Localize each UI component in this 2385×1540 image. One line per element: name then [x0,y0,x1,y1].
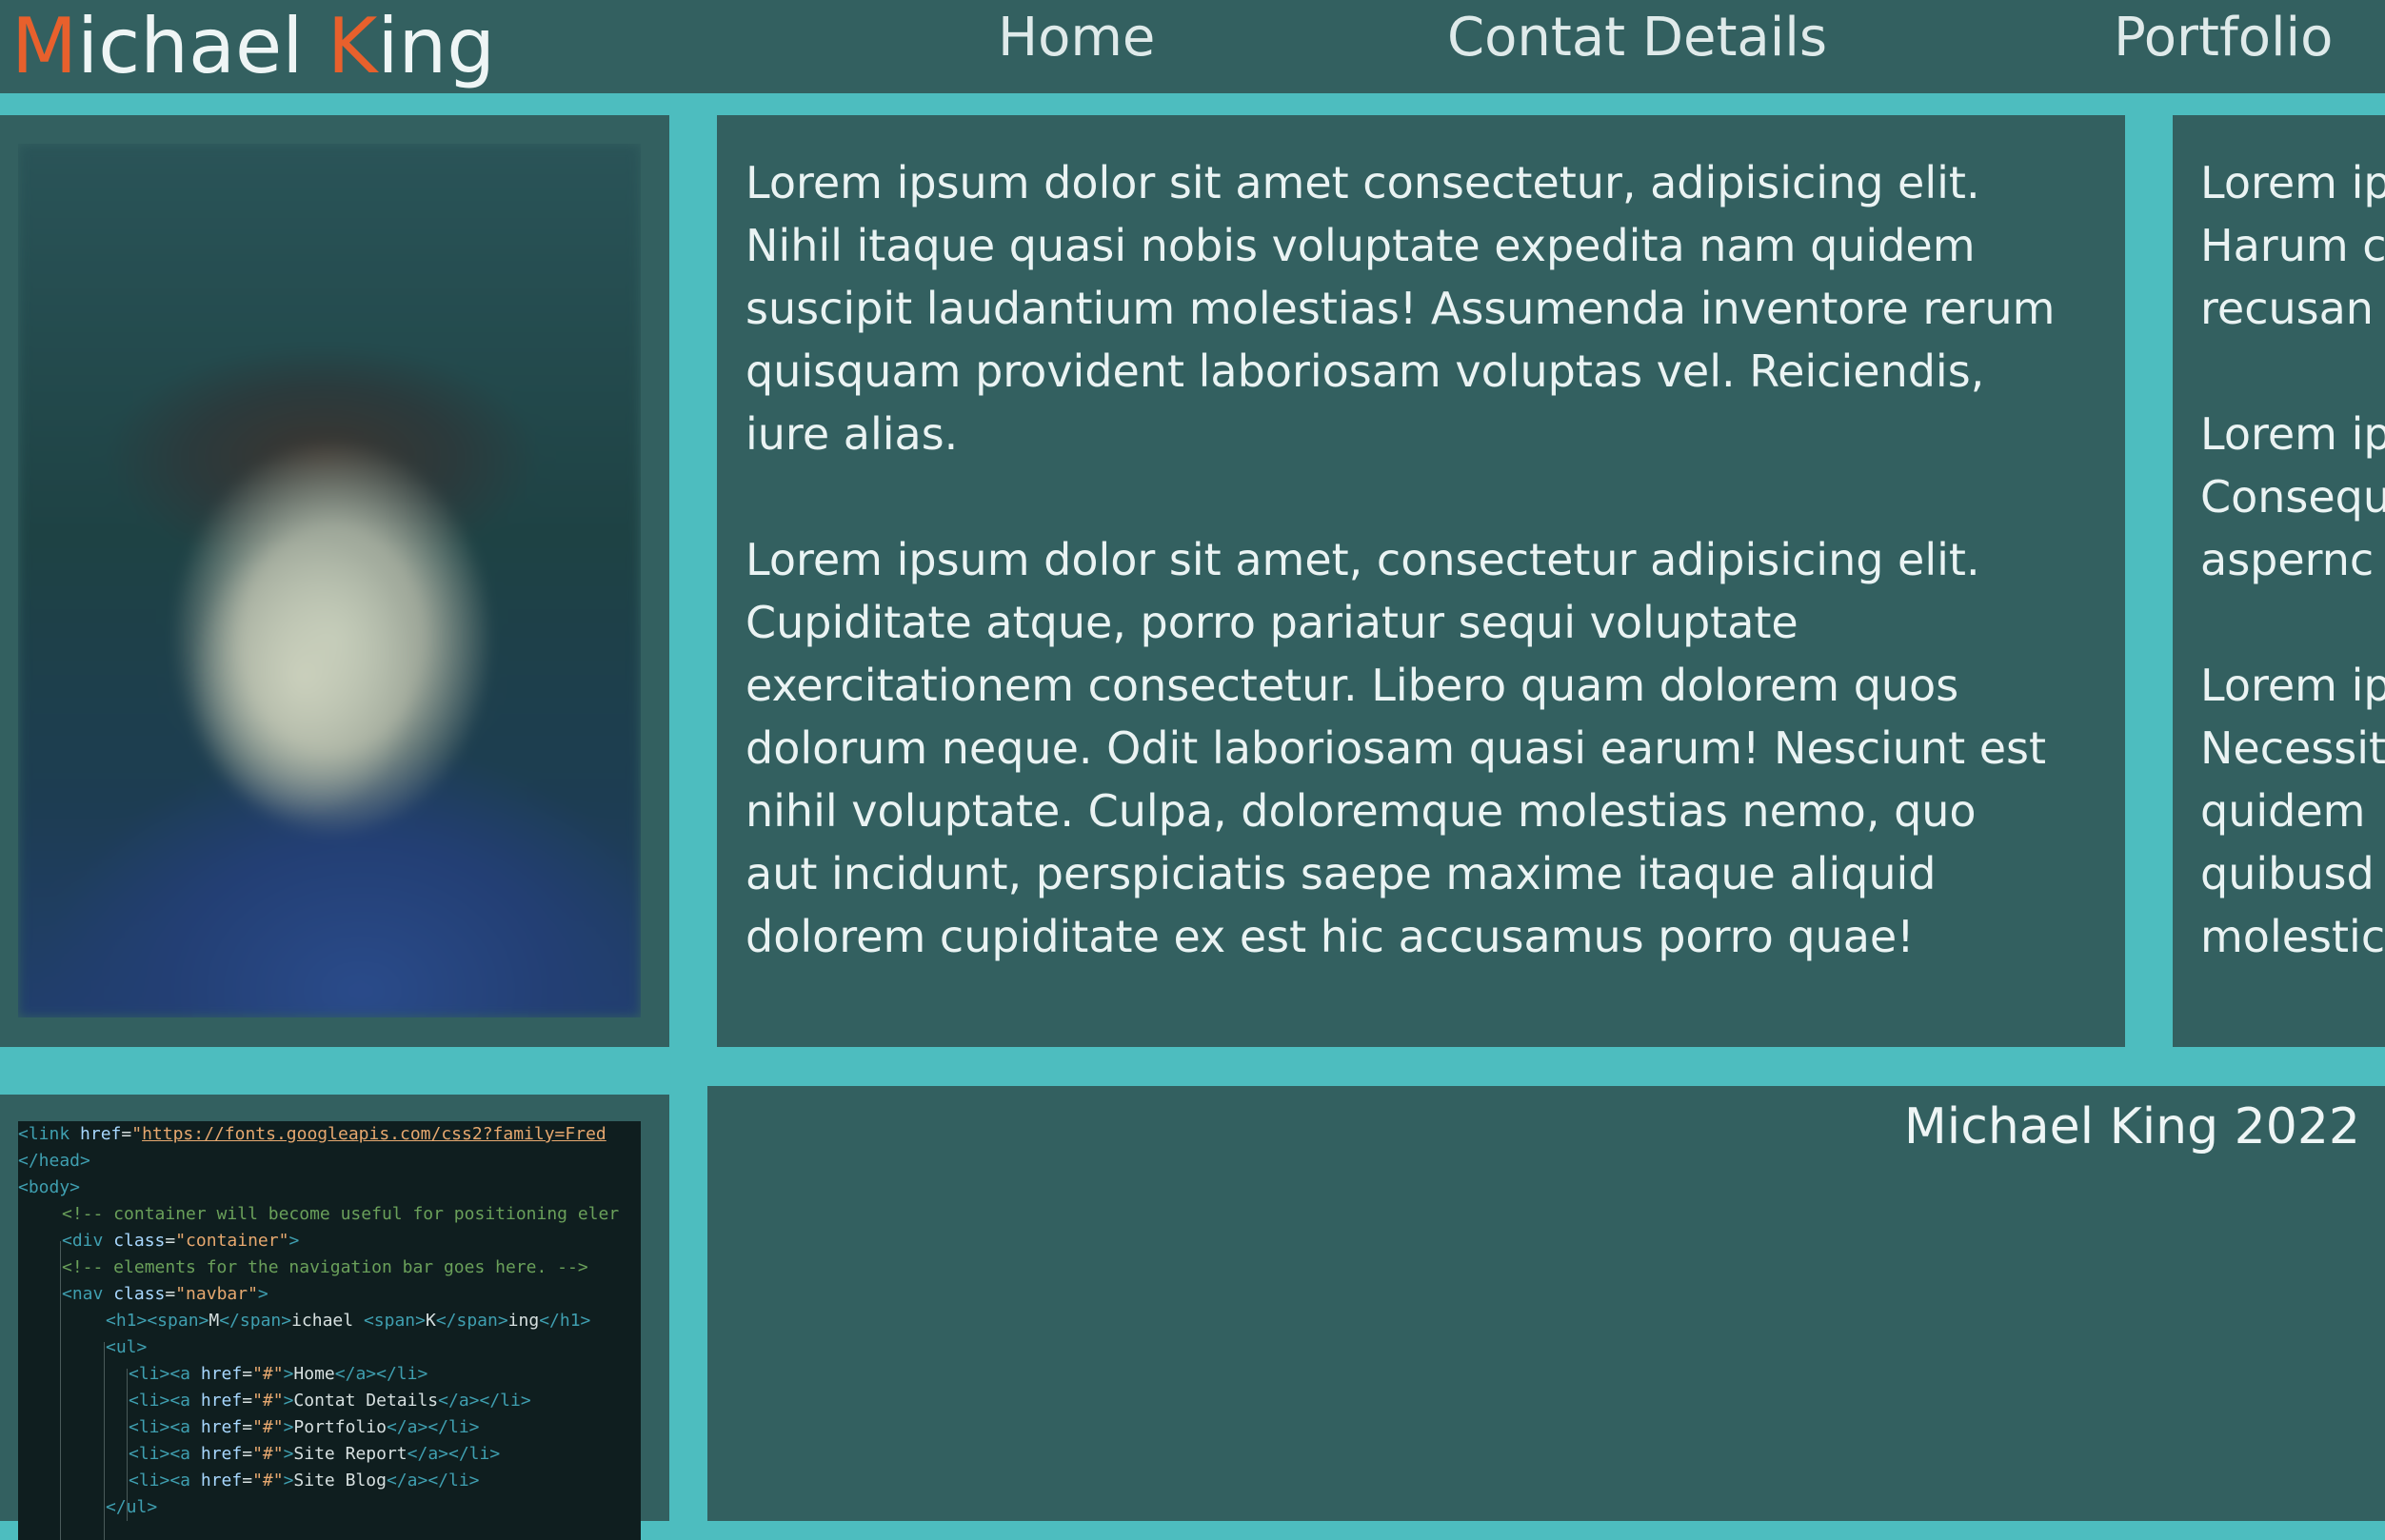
code-line: <nav class="navbar"> [62,1284,268,1304]
code-line: <li><a href="#">Contat Details</a></li> [129,1391,531,1411]
side-paragraph-3: Lorem ip Necessit quidem quibusd molesti… [2200,660,2385,962]
content-panel-side: Lorem ip Harum c recusan Lorem ip Conseq… [2173,115,2385,1047]
navbar: Michael King Home Contat Details Portfol… [0,0,2385,93]
code-screenshot-panel: <link href="https://fonts.googleapis.com… [0,1095,669,1540]
code-line: <li><a href="#">Home</a></li> [129,1364,428,1384]
code-line: </ul> [106,1497,158,1517]
indent-guide [60,1241,61,1540]
indent-guide [104,1342,105,1540]
profile-photo-panel [0,115,669,1047]
code-line: </head> [18,1151,90,1171]
code-line: <ul> [106,1337,148,1357]
nav-link-home[interactable]: Home [998,4,1155,72]
profile-photo-image [18,144,641,1017]
code-line: <div class="container"> [62,1231,300,1251]
code-line: <li><a href="#">Site Blog</a></li> [129,1471,480,1491]
profile-photo [18,144,641,1017]
side-paragraph-1: Lorem ip Harum c recusan [2200,157,2385,334]
nav-link-contact-details[interactable]: Contat Details [1447,4,1827,72]
code-line: <link href="https://fonts.googleapis.com… [18,1124,606,1144]
content-paragraph-2: Lorem ipsum dolor sit amet, consectetur … [745,534,2047,962]
code-screenshot: <link href="https://fonts.googleapis.com… [18,1121,641,1540]
code-line: <!-- container will become useful for po… [62,1204,620,1224]
side-paragraph-2: Lorem ip Consequ aspernc [2200,408,2385,585]
code-line: <li><a href="#">Site Report</a></li> [129,1444,501,1464]
footer-copyright: Michael King 2022 [1903,1098,2360,1155]
code-line: <!-- elements for the navigation bar goe… [62,1257,588,1277]
nav-links: Home Contat Details Portfolio [0,0,2385,76]
content-panel-main: Lorem ipsum dolor sit amet consectetur, … [717,115,2125,1047]
code-line: <h1><span>M</span>ichael <span>K</span>i… [106,1311,591,1331]
footer-panel: Michael King 2022 [707,1086,2385,1521]
nav-link-portfolio[interactable]: Portfolio [2114,4,2333,72]
code-line: <li><a href="#">Portfolio</a></li> [129,1417,480,1437]
content-paragraph-1: Lorem ipsum dolor sit amet consectetur, … [745,157,2056,460]
code-line: <body> [18,1177,81,1197]
